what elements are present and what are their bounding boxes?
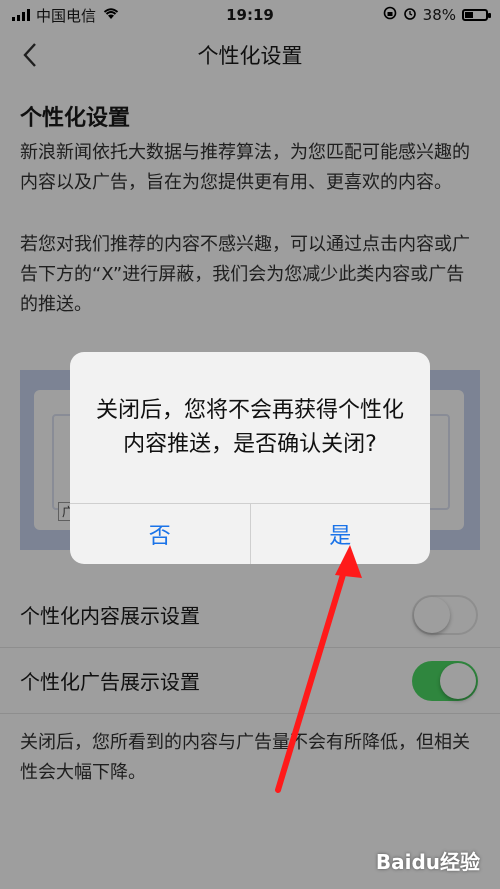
annotation-arrow — [275, 545, 362, 793]
watermark: Baidu经验 — [375, 850, 480, 874]
